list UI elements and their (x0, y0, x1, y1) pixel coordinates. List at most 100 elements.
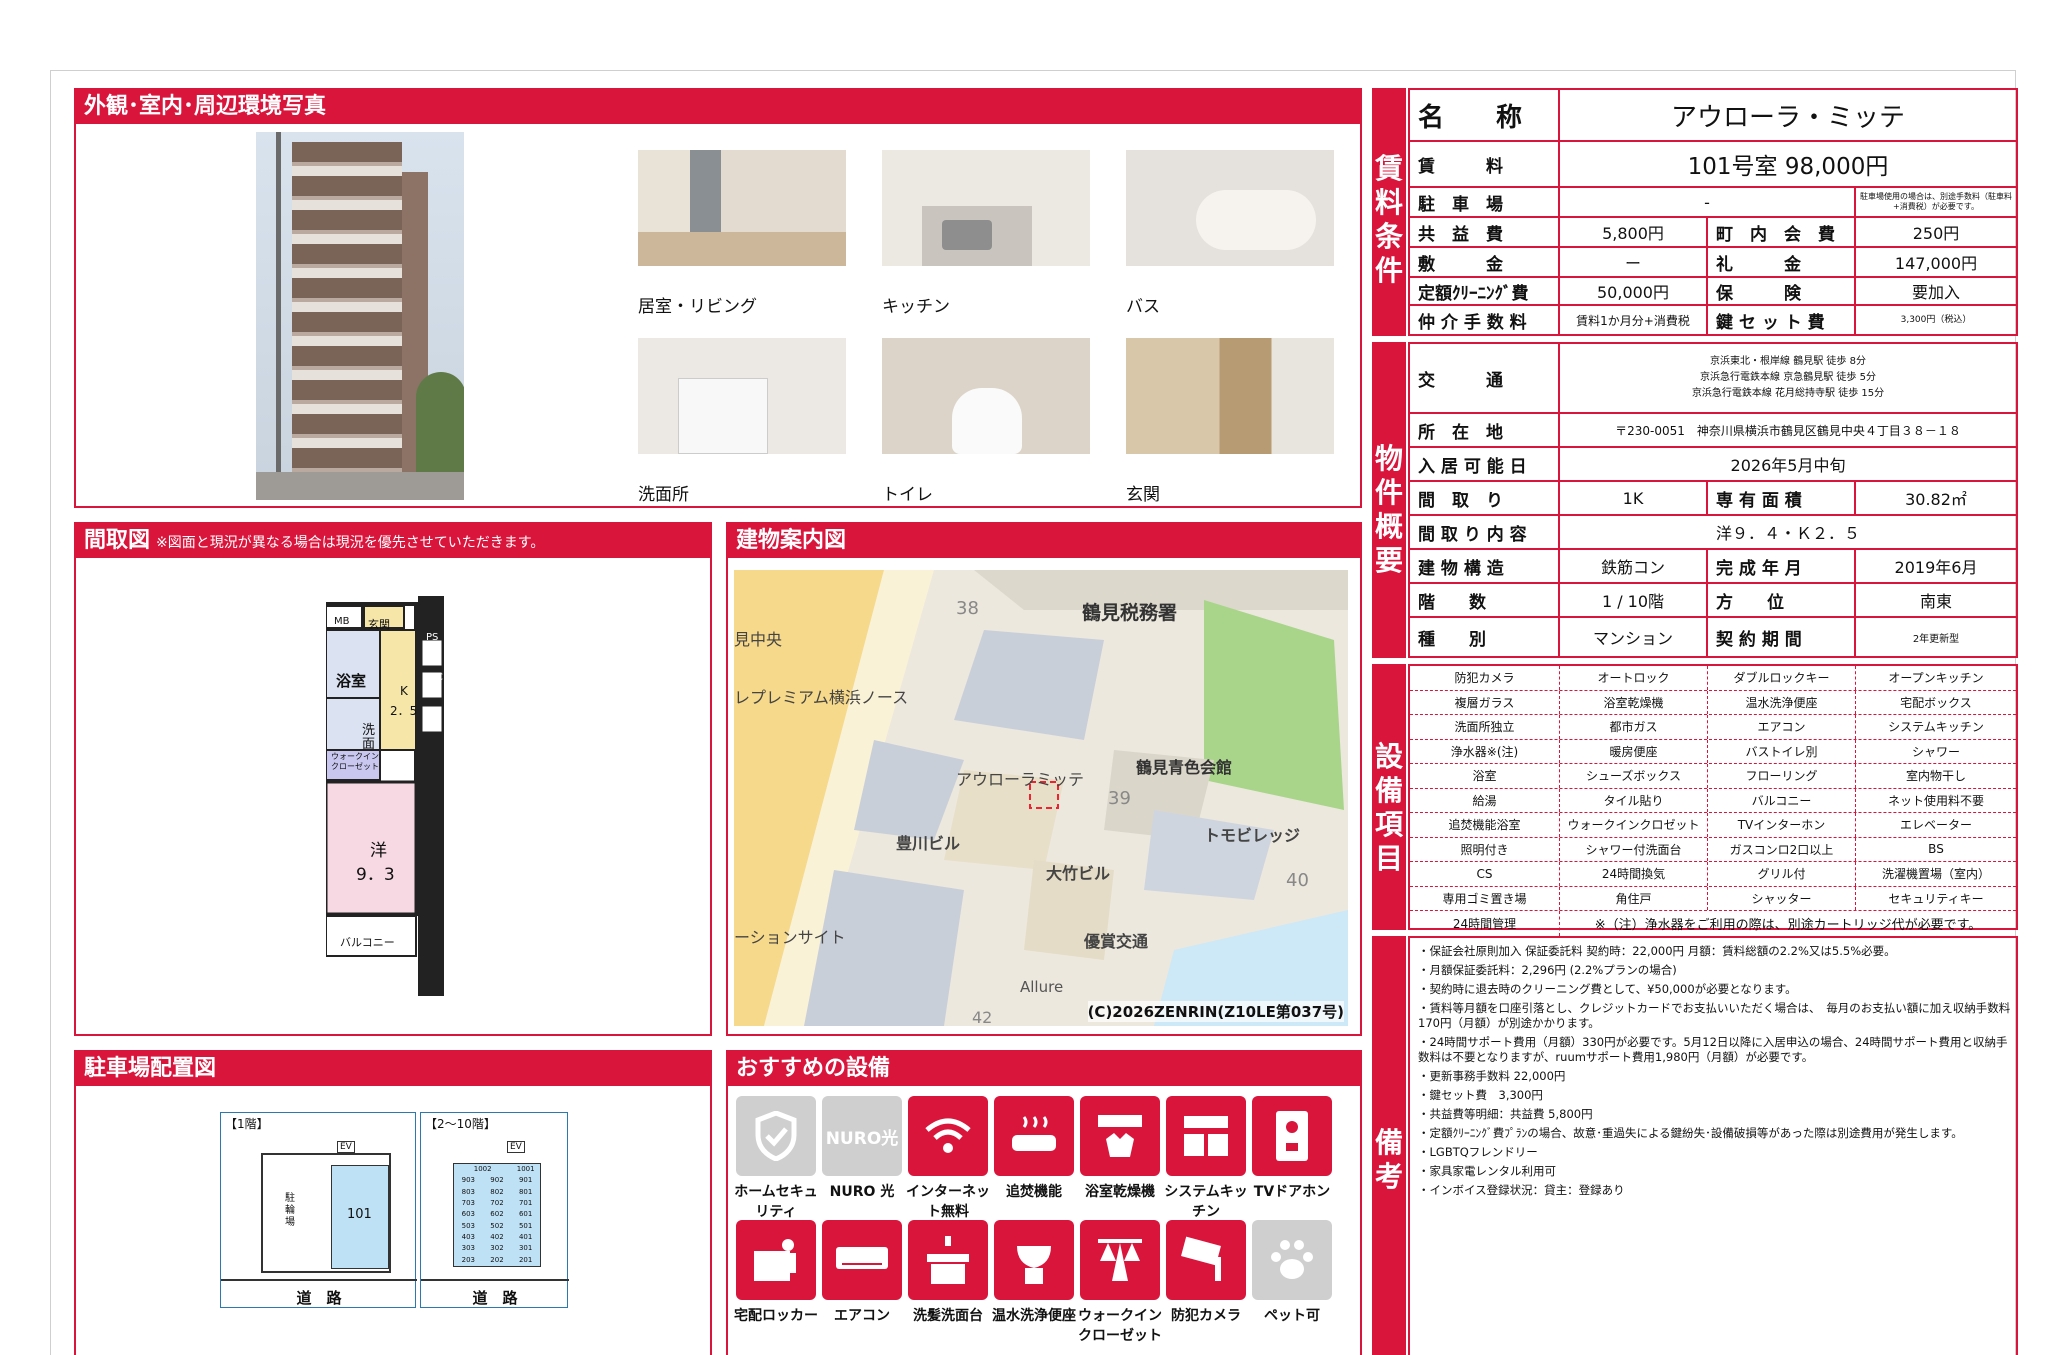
recommended-item-label: インターネット無料 (906, 1184, 990, 1220)
room-wc: WC (426, 672, 443, 683)
parking-road-upper: 道 路 (472, 1289, 518, 1307)
floor-value: 1 / 10階 (1560, 584, 1708, 616)
upper-room: 303 (461, 1244, 476, 1253)
upper-room-grid: 1002 1001 903 902 901 803 802 801 703 702 701 6… (453, 1163, 541, 1267)
map-label-9: ーションサイト (734, 928, 846, 947)
traffic-label: 交 通 (1410, 344, 1560, 412)
equipment-row: 給湯 タイル貼り バルコニー ネット使用料不要 (1410, 788, 2016, 813)
remark-line: ・家具家電レンタル利用可 (1418, 1164, 1556, 1178)
insurance-label: 保 険 (1708, 278, 1856, 304)
upper-room: 502 (490, 1221, 504, 1230)
exterior-photo (256, 132, 464, 500)
equipment-row: 浴室 シューズボックス フローリング 室内物干し (1410, 764, 2016, 789)
deposit-label: 敷 金 (1410, 248, 1560, 276)
move-in-value: 2026年5月中旬 (1730, 456, 1846, 475)
equipment-row: 防犯カメラ オートロック ダブルロックキー オープンキッチン (1410, 666, 2016, 691)
remark-line: ・更新事務手数料 22,000円 (1418, 1069, 1566, 1083)
upper-room: 702 (490, 1198, 504, 1207)
equipment-item: タイル貼り (1560, 788, 1708, 812)
map-label-tax-office: 鶴見税務署 (1082, 602, 1178, 624)
built-label: 完 成 年 月 (1708, 550, 1856, 582)
upper-room: 1001 (516, 1165, 535, 1173)
upper-room: 403 (461, 1232, 476, 1241)
parking-floor2-label: 【2～10階】 (425, 1117, 496, 1131)
map-label-1: 見中央 (734, 630, 783, 649)
equipment-item: シャッター (1708, 886, 1856, 910)
equipment-item: シャワー (1911, 744, 1960, 759)
layout-detail-value: 洋９．４・Ｋ２．５ (1715, 524, 1860, 543)
map-label-4: 鶴見青色会館 (1136, 758, 1233, 777)
equipment-row: 専用ゴミ置き場 角住戸 シャッター セキュリティキー (1410, 886, 2016, 911)
equipment-item: グリル付 (1708, 862, 1856, 886)
upper-room: 201 (518, 1255, 533, 1264)
structure-label: 建 物 構 造 (1410, 550, 1560, 582)
photo-toilet (882, 338, 1090, 454)
upper-room: 501 (518, 1221, 533, 1230)
overview-table: 物件概要 交 通 京浜東北・根岸線 鶴見駅 徒歩 8分 京浜急行電鉄本線 京急鶴… (1372, 342, 2018, 658)
equipment-item: 洗面所独立 (1410, 715, 1560, 739)
type-value: マンション (1560, 618, 1708, 656)
parking-ev-upper: EV (507, 1141, 525, 1153)
map-label-6: トモビレッジ (1204, 826, 1301, 845)
map-number-38: 38 (956, 598, 979, 619)
upper-room: 202 (490, 1255, 504, 1264)
remark-line: ・24時間サポート費用（月額）330円が必要です。5月12日以降に入居申込の場合… (1418, 1035, 2008, 1064)
cleaning-label: 定額ｸﾘｰﾆﾝｸﾞ費 (1410, 278, 1560, 304)
rent-label: 賃 料 (1410, 142, 1560, 186)
equipment-item: 浴室 (1410, 764, 1560, 788)
recommended-title: おすすめの設備 (728, 1052, 1360, 1086)
equipment-item: オープンキッチン (1888, 671, 1984, 686)
parking-panel: 駐車場配置図 【1階】 駐輪場 EV 101 道 路 【2～10階】 EV 10… (74, 1050, 712, 1355)
caption-entrance: 玄関 (1126, 485, 1160, 505)
map-label-8: 優賞交通 (1084, 932, 1149, 951)
map-title: 建物案内図 (728, 524, 1360, 558)
equipment-item: 防犯カメラ (1410, 666, 1560, 690)
type-label: 種 別 (1410, 618, 1560, 656)
equipment-row: 照明付き シャワー付洗面台 ガスコンロ2口以上 BS (1410, 837, 2016, 862)
remarks-table: 備考 ・保証会社原則加入 保証委託料 契約時：22,000円 月額：賃料総額の2… (1372, 936, 2018, 1355)
key-money-label: 礼 金 (1708, 248, 1856, 276)
parking-plan-upper: 【2～10階】 EV 1002 1001 903 902 901 803 802 801 … (420, 1112, 569, 1308)
floor-label: 階 数 (1410, 584, 1560, 616)
contract-value: 2年更新型 (1912, 633, 1960, 645)
upper-room: 903 (461, 1176, 476, 1185)
remark-line: ・共益費等明細：共益費 5,800円 (1418, 1107, 1593, 1121)
remark-line: ・賃料等月額を口座引落とし、クレジットカードでお支払いいただく場合は、 毎月のお… (1418, 1001, 2011, 1030)
equipment-item: 照明付き (1410, 837, 1560, 861)
contract-label: 契 約 期 間 (1708, 618, 1856, 656)
traffic-value: 京浜東北・根岸線 鶴見駅 徒歩 8分 京浜急行電鉄本線 京急鶴見駅 徒歩 5分 … (1560, 344, 2016, 412)
map-label-2: レプレミアム横浜ノース (734, 688, 909, 707)
map-number-39: 39 (1108, 788, 1131, 809)
parking-title: 駐車場配置図 (76, 1052, 710, 1086)
traffic-line: 京浜急行電鉄本線 京急鶴見駅 徒歩 5分 (1700, 372, 1876, 383)
area-value: 30.82㎡ (1905, 490, 1967, 509)
remark-line: ・月額保証委託料：2,296円 (2.2%プランの場合) (1418, 963, 1677, 977)
closet-icon (1080, 1220, 1160, 1300)
equipment-item: 角住戸 (1560, 886, 1708, 910)
overview-side-label: 物件概要 (1372, 342, 1406, 658)
equipment-item: 暖房便座 (1560, 739, 1708, 763)
common-fee-value: 5,800円 (1560, 218, 1708, 246)
parking-plan-1f: 【1階】 駐輪場 EV 101 道 路 (220, 1112, 417, 1308)
upper-room: 601 (518, 1210, 533, 1219)
delivery-locker-icon (736, 1220, 816, 1300)
upper-room: 503 (461, 1221, 476, 1230)
caption-living: 居室・リビング (638, 297, 757, 317)
area-label: 専 有 面 積 (1708, 482, 1856, 514)
upper-room: 803 (461, 1187, 476, 1196)
caption-kitchen: キッチン (882, 297, 950, 317)
toilet-icon (994, 1220, 1074, 1300)
equipment-item: 浄水器※(注) (1410, 739, 1560, 763)
upper-room: 402 (490, 1232, 504, 1241)
equipment-item: バルコニー (1708, 788, 1856, 812)
structure-value: 鉄筋コン (1560, 550, 1708, 582)
bath-dryer-icon (1080, 1096, 1160, 1176)
key-money-value: 147,000円 (1894, 254, 1978, 273)
equipment-item: 洗濯機置場（室内） (1881, 867, 1990, 882)
remarks-side-label: 備考 (1372, 936, 1406, 1355)
upper-room: 602 (490, 1210, 504, 1219)
equipment-grid: 防犯カメラ オートロック ダブルロックキー オープンキッチン 複層ガラス 浴室乾燥機 温水洗… (1408, 664, 2018, 936)
map-label-7: 大竹ビル (1046, 864, 1111, 883)
address-value: 〒230-0051 神奈川県横浜市鶴見区鶴見中央４丁目３８－１８ (1615, 423, 1961, 438)
recommended-panel: おすすめの設備 ホームセキュリティ NURO光 NURO 光インターネット無料 追焚機… (726, 1050, 1362, 1355)
